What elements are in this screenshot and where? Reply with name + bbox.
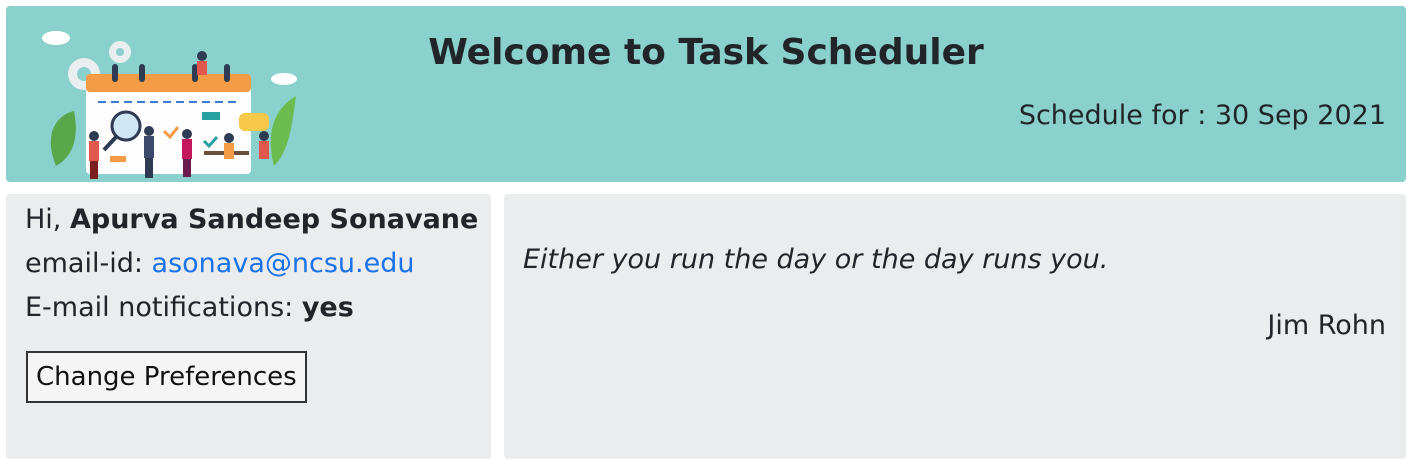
greeting-line: Hi, Apurva Sandeep Sonavane	[25, 204, 478, 235]
header-banner: Welcome to Task Scheduler Schedule for :…	[6, 6, 1406, 182]
quote-card: Either you run the day or the day runs y…	[504, 194, 1406, 459]
notifications-value: yes	[301, 292, 354, 323]
schedule-date: Schedule for : 30 Sep 2021	[1018, 100, 1386, 131]
quote-text: Either you run the day or the day runs y…	[523, 244, 1109, 275]
notifications-line: E-mail notifications: yes	[25, 292, 354, 323]
user-info-card: Hi, Apurva Sandeep Sonavane email-id: as…	[6, 194, 491, 459]
page-title: Welcome to Task Scheduler	[428, 32, 984, 73]
user-name: Apurva Sandeep Sonavane	[69, 204, 479, 235]
greeting-label: Hi,	[25, 204, 62, 235]
notifications-label: E-mail notifications:	[25, 292, 294, 323]
change-preferences-button[interactable]: Change Preferences	[26, 351, 307, 403]
email-link[interactable]: asonava@ncsu.edu	[152, 248, 415, 279]
email-line: email-id: asonava@ncsu.edu	[25, 248, 414, 279]
quote-author: Jim Rohn	[1267, 310, 1386, 341]
email-label: email-id:	[25, 248, 143, 279]
